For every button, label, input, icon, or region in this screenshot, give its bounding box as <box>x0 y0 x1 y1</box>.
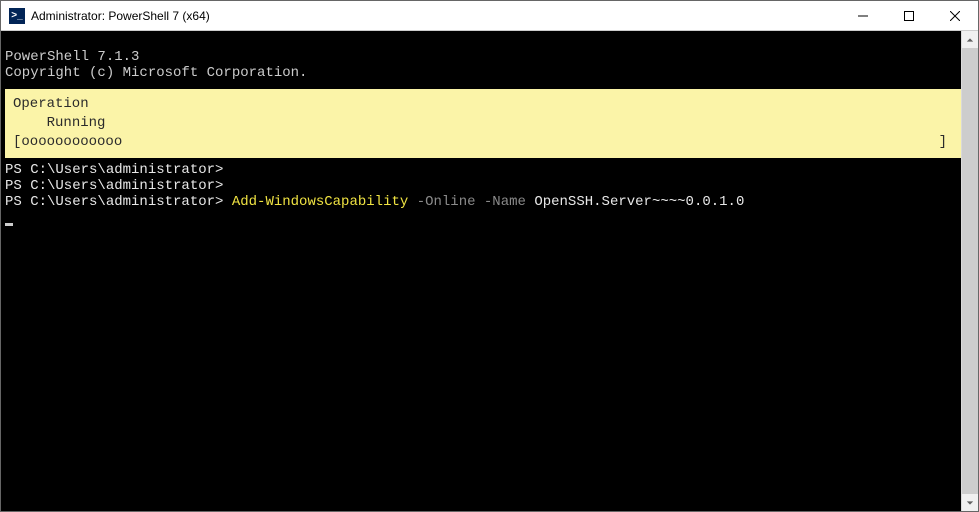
progress-bracket-open: [ <box>13 133 21 152</box>
window-controls <box>840 1 978 30</box>
client-area: PowerShell 7.1.3 Copyright (c) Microsoft… <box>1 31 978 511</box>
progress-status: Running <box>47 115 106 131</box>
vertical-scrollbar[interactable] <box>961 31 978 511</box>
scroll-down-button[interactable] <box>962 494 978 511</box>
window-title: Administrator: PowerShell 7 (x64) <box>31 9 210 23</box>
terminal[interactable]: PowerShell 7.1.3 Copyright (c) Microsoft… <box>1 31 961 511</box>
scroll-up-button[interactable] <box>962 31 978 48</box>
minimize-button[interactable] <box>840 1 886 30</box>
prompt-line-1: PS C:\Users\administrator> <box>5 162 223 178</box>
progress-panel: Operation Running [oooooooooooo] <box>5 89 961 158</box>
close-icon <box>950 11 960 21</box>
titlebar[interactable]: >_ Administrator: PowerShell 7 (x64) <box>1 1 978 31</box>
progress-bar: [oooooooooooo] <box>13 133 953 152</box>
maximize-icon <box>904 11 914 21</box>
powershell-window: >_ Administrator: PowerShell 7 (x64) Pow… <box>0 0 979 512</box>
cursor <box>5 223 13 226</box>
progress-bracket-close: ] <box>939 133 953 152</box>
banner-version: PowerShell 7.1.3 <box>5 49 139 65</box>
arg-name-value: OpenSSH.Server~~~~0.0.1.0 <box>534 194 744 210</box>
scroll-thumb[interactable] <box>962 48 978 494</box>
param-online: -Online <box>417 194 476 210</box>
cmdlet: Add-WindowsCapability <box>232 194 408 210</box>
prompt-line-3: PS C:\Users\administrator> Add-WindowsCa… <box>5 194 744 210</box>
chevron-down-icon <box>966 499 974 507</box>
progress-fill: oooooooooooo <box>21 133 122 152</box>
progress-title: Operation <box>13 96 89 112</box>
banner-copyright: Copyright (c) Microsoft Corporation. <box>5 65 307 81</box>
scroll-track[interactable] <box>962 48 978 494</box>
close-button[interactable] <box>932 1 978 30</box>
powershell-icon: >_ <box>9 8 25 24</box>
minimize-icon <box>858 11 868 21</box>
chevron-up-icon <box>966 36 974 44</box>
prompt-line-2: PS C:\Users\administrator> <box>5 178 223 194</box>
maximize-button[interactable] <box>886 1 932 30</box>
param-name: -Name <box>484 194 526 210</box>
